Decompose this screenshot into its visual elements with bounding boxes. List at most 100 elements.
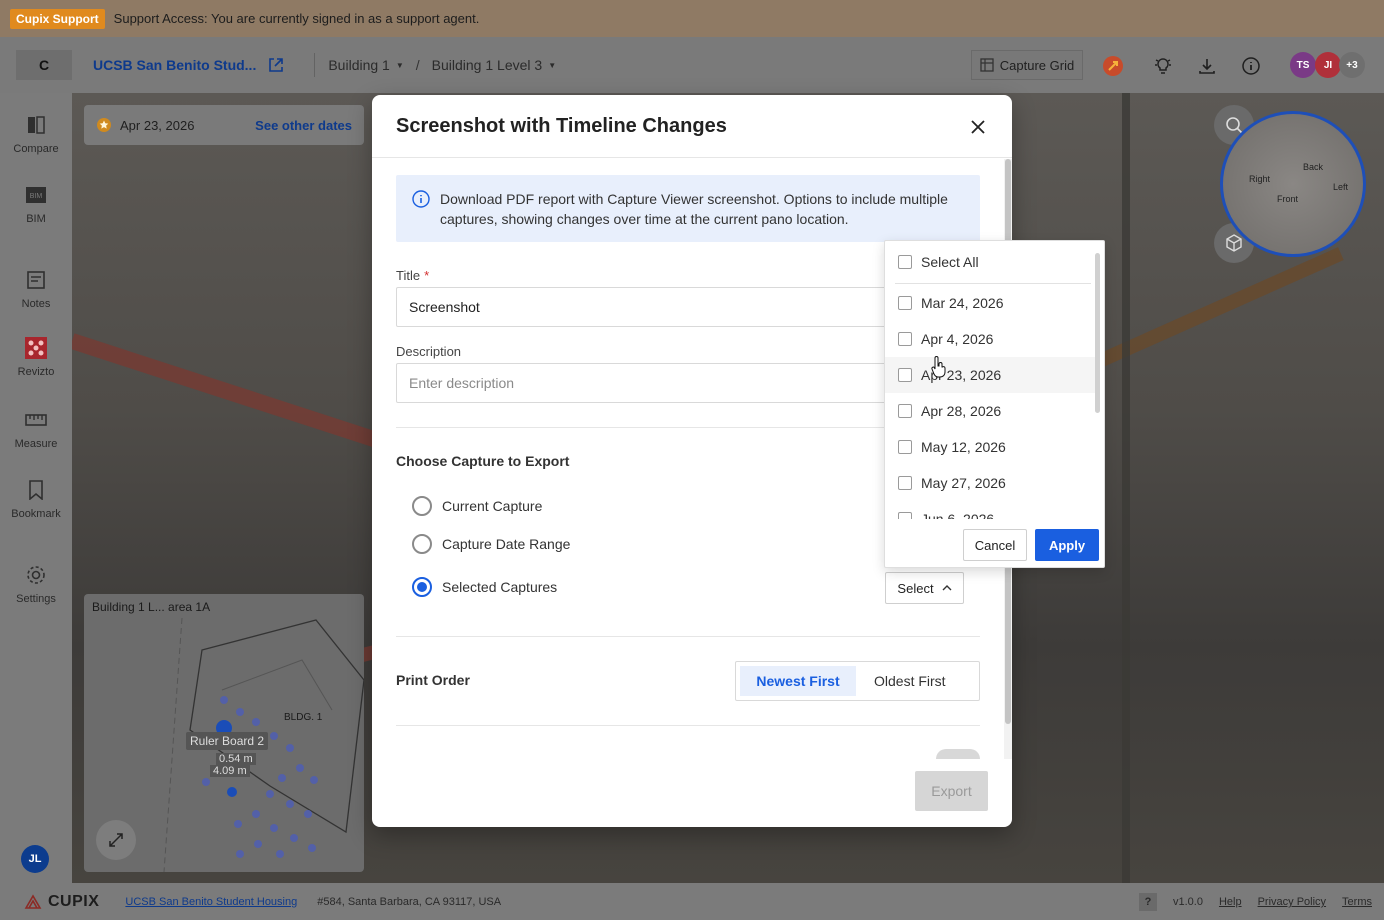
breadcrumb-level[interactable]: Building 1 Level 3 ▼ [432,57,556,73]
sidebar-item-settings[interactable]: Settings [0,563,72,605]
checkbox[interactable] [898,440,912,454]
list-item[interactable]: May 12, 2026 [885,429,1097,465]
capture-date-list[interactable]: Select All Mar 24, 2026 Apr 4, 2026 Apr … [885,241,1097,519]
sidebar-item-label: Revizto [17,366,55,378]
sidebar-item-bim[interactable]: BIM BIM [0,183,72,225]
footer-privacy-link[interactable]: Privacy Policy [1258,896,1326,908]
compare-icon [24,113,48,137]
support-banner: Cupix Support Support Access: You are cu… [0,0,1384,37]
checkbox[interactable] [898,404,912,418]
dropdown-scrollbar[interactable] [1095,253,1100,413]
oldest-first-option[interactable]: Oldest First [860,666,960,696]
select-all-option[interactable]: Select All [885,244,1097,280]
list-item[interactable]: Mar 24, 2026 [885,285,1097,321]
download-icon[interactable] [1196,55,1218,77]
capture-date-card: Apr 23, 2026 See other dates [84,105,364,145]
help-question-button[interactable]: ? [1138,893,1157,911]
breadcrumb-building-label: Building 1 [328,57,390,73]
radio-current-capture[interactable]: Current Capture [412,496,542,516]
info-icon[interactable] [1240,55,1262,77]
compass-minimap[interactable]: Right Back Left Front [1220,111,1366,257]
sidebar-item-notes[interactable]: Notes [0,268,72,310]
left-sidebar: Compare BIM BIM Notes Revizto Measure Bo… [0,93,72,883]
sidebar-item-compare[interactable]: Compare [0,113,72,155]
modal-close-button[interactable] [966,115,990,139]
see-other-dates-link[interactable]: See other dates [255,118,352,133]
option-toggle[interactable] [936,749,980,759]
close-icon [971,120,985,134]
option-label: May 27, 2026 [921,475,1006,491]
list-item[interactable]: May 27, 2026 [885,465,1097,501]
avatar[interactable]: JI [1315,52,1341,78]
list-item[interactable]: Jun 6, 2026 [885,501,1097,519]
header-divider [314,53,316,77]
footer-address: #584, Santa Barbara, CA 93117, USA [317,895,502,908]
radio-button[interactable] [412,496,432,516]
user-avatar[interactable]: JL [21,845,49,873]
compass-front-label: Front [1277,194,1299,204]
sidebar-item-label: Notes [21,298,51,310]
checkbox[interactable] [898,296,912,310]
radio-capture-date-range[interactable]: Capture Date Range [412,534,570,554]
list-item[interactable]: Apr 23, 2026 [885,357,1097,393]
choose-capture-heading: Choose Capture to Export [396,453,570,469]
project-name-link[interactable]: UCSB San Benito Stud... [93,57,256,73]
expand-icon [109,833,123,847]
lightbulb-icon[interactable] [1152,55,1174,77]
minimap[interactable]: Building 1 L... area 1A BLDG. 1 Ruler Bo… [84,594,364,872]
checkbox[interactable] [898,255,912,269]
breadcrumb-level-label: Building 1 Level 3 [431,57,543,73]
required-asterisk: * [424,268,430,283]
bim-icon: BIM [24,183,48,207]
radio-label: Current Capture [442,498,543,514]
footer-help-link[interactable]: Help [1219,896,1242,908]
description-label: Description [396,344,462,359]
capture-grid-label: Capture Grid [999,57,1075,73]
sidebar-item-measure[interactable]: Measure [0,408,72,450]
breadcrumb-building[interactable]: Building 1 ▼ [328,57,403,73]
avatar-more[interactable]: +3 [1339,52,1365,78]
bookmark-icon [24,478,48,502]
gear-icon [24,563,48,587]
list-item[interactable]: Apr 28, 2026 [885,393,1097,429]
print-order-label: Print Order [396,672,470,688]
newest-first-option[interactable]: Newest First [740,666,856,696]
sidebar-item-bookmark[interactable]: Bookmark [0,478,72,520]
checkbox[interactable] [898,512,912,519]
checkbox[interactable] [898,332,912,346]
footer-brand-name: CUPIX [48,892,100,910]
footer-project-link[interactable]: UCSB San Benito Student Housing [125,896,297,908]
external-link-icon[interactable] [268,57,284,73]
revizto-icon [24,336,48,360]
radio-button-checked[interactable] [412,577,432,597]
footer-terms-link[interactable]: Terms [1342,896,1372,908]
option-label: Apr 4, 2026 [921,331,994,347]
dropdown-apply-button[interactable]: Apply [1035,529,1099,561]
divider [895,283,1091,284]
hand-cursor-icon [931,356,946,378]
export-button[interactable]: Export [915,771,988,811]
dropdown-cancel-button[interactable]: Cancel [963,529,1027,561]
list-item[interactable]: Apr 4, 2026 [885,321,1097,357]
current-capture-date: Apr 23, 2026 [120,117,195,133]
avatar[interactable]: TS [1290,52,1316,78]
top-header: C UCSB San Benito Stud... Building 1 ▼ /… [0,37,1384,93]
checkbox[interactable] [898,368,912,382]
capture-grid-button[interactable]: Capture Grid [971,50,1083,80]
info-icon [412,190,430,208]
compass-left-label: Left [1333,182,1349,192]
radio-button[interactable] [412,534,432,554]
chevron-up-icon [942,585,952,591]
select-captures-button[interactable]: Select [885,572,964,604]
app-logo[interactable]: C [16,50,72,80]
support-message: Support Access: You are currently signed… [113,11,480,26]
title-label: Title * [396,268,429,283]
caret-down-icon: ▼ [395,60,404,70]
sidebar-item-revizto[interactable]: Revizto [0,336,72,378]
minimap-expand-button[interactable] [96,820,136,860]
divider [396,725,980,726]
checkbox[interactable] [898,476,912,490]
radio-selected-captures[interactable]: Selected Captures [412,577,557,597]
revizto-badge-icon[interactable] [1102,55,1124,77]
support-badge: Cupix Support [10,8,105,29]
